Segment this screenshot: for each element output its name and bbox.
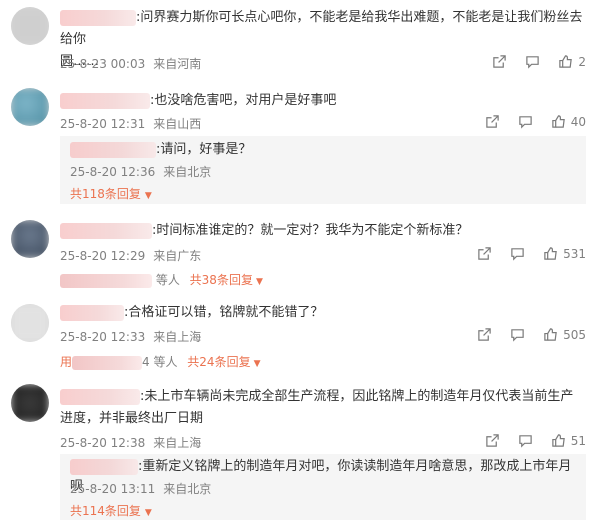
avatar[interactable] [11, 7, 49, 45]
reply-time: 25-8-20 13:11 [70, 482, 156, 496]
like-button[interactable]: 51 [551, 433, 586, 448]
chevron-down-icon: ▼ [253, 359, 261, 369]
comment-icon [511, 248, 524, 261]
comment-button[interactable] [518, 433, 533, 448]
reply-box: :请问，好事是？ 25-8-20 12:36 来自北京 共118条回复 ▼ [60, 136, 586, 204]
replier-blurred[interactable] [72, 355, 143, 370]
comment-meta: 25-8-20 12:31 来自山西 [60, 115, 201, 132]
reply-location: 来自北京 [163, 482, 212, 496]
comment-location: 来自上海 [153, 330, 202, 344]
comment-actions: 531 [459, 246, 586, 261]
comment-meta: 25-8-20 12:38 来自上海 [60, 434, 201, 451]
comment-actions: 51 [467, 433, 586, 448]
comment-icon [518, 116, 532, 129]
like-count: 40 [570, 114, 586, 129]
comment-actions: 505 [459, 327, 586, 342]
chevron-down-icon: ▼ [144, 191, 152, 201]
share-button[interactable] [485, 433, 500, 448]
thumbs-up-icon [544, 247, 557, 260]
comment-icon [511, 329, 524, 342]
comment-text: :也没啥危害吧，对用户是好事吧 [60, 90, 586, 112]
replied-summary: 用4 等人 共24条回复 ▼ [60, 355, 261, 370]
username-blurred[interactable] [60, 223, 152, 239]
share-icon [478, 328, 491, 341]
share-button[interactable] [485, 114, 500, 129]
comment-meta: 25-8-23 00:03 来自河南 [60, 55, 201, 72]
thumbs-up-icon [551, 434, 565, 447]
chevron-down-icon: ▼ [144, 508, 152, 518]
username-blurred[interactable] [60, 10, 136, 26]
like-count: 505 [563, 327, 586, 342]
reply-meta: 25-8-20 12:36 来自北京 [70, 163, 211, 180]
comment-location: 来自广东 [153, 249, 202, 263]
reply-time: 25-8-20 12:36 [70, 165, 156, 179]
reply-box: :重新定义铭牌上的制造年月对吧，你读读制造年月啥意思，那改成上市年月呗 25-8… [60, 454, 586, 520]
comment-meta: 25-8-20 12:29 来自广东 [60, 247, 201, 264]
like-button[interactable]: 531 [543, 246, 586, 261]
comment-button[interactable] [518, 114, 533, 129]
reply-location: 来自北京 [163, 165, 212, 179]
username-blurred[interactable] [60, 93, 150, 109]
thumbs-up-icon [551, 115, 565, 128]
username-blurred[interactable] [70, 459, 138, 475]
username-blurred[interactable] [60, 389, 140, 405]
share-button[interactable] [477, 327, 492, 342]
comment-item: :合格证可以错，铭牌就不能错了？ 25-8-20 12:33 来自上海 505 用… [0, 297, 600, 375]
avatar[interactable] [11, 220, 49, 258]
like-button[interactable]: 40 [551, 114, 586, 129]
comment-item: :时间标准谁定的？就一定对？我华为不能定个新标准？ 25-8-20 12:29 来… [0, 212, 600, 292]
view-more-replies[interactable]: 共24条回复 [187, 355, 250, 369]
comment-text: :时间标准谁定的？就一定对？我华为不能定个新标准？ [60, 220, 586, 242]
like-button[interactable]: 505 [543, 327, 586, 342]
share-icon [478, 247, 491, 260]
reply-text: :请问，好事是？ [70, 140, 251, 160]
replier-blurred[interactable] [60, 273, 152, 288]
comment-time: 25-8-23 00:03 [60, 57, 146, 71]
like-count: 51 [570, 433, 586, 448]
comment-time: 25-8-20 12:31 [60, 117, 146, 131]
comment-text: :未上市车辆尚未完成全部生产流程，因此铭牌上的制造年月仅代表当前生产进度，并非最… [60, 389, 574, 426]
replier-prefix[interactable]: 用 [60, 355, 72, 369]
comment-item: :问界赛力斯你可长点心吧你，不能老是给我华出难题，不能老是让我们粉丝去给你 圆…… [0, 0, 600, 80]
comment-item: :未上市车辆尚未完成全部生产流程，因此铭牌上的制造年月仅代表当前生产进度，并非最… [0, 380, 600, 520]
avatar[interactable] [11, 304, 49, 342]
comment-time: 25-8-20 12:33 [60, 330, 146, 344]
comment-location: 来自上海 [153, 436, 202, 450]
thumbs-up-icon [544, 328, 557, 341]
share-icon [493, 55, 507, 68]
comment-icon [526, 56, 540, 69]
comment-meta: 25-8-20 12:33 来自上海 [60, 328, 201, 345]
comment-location: 来自山西 [153, 117, 202, 131]
comment-text: :合格证可以错，铭牌就不能错了？ [60, 302, 586, 324]
replied-summary: 等人 共38条回复 ▼ [60, 271, 263, 288]
view-more-replies[interactable]: 共38条回复 [190, 273, 253, 287]
share-icon [485, 434, 499, 447]
comment-button[interactable] [510, 246, 525, 261]
like-button[interactable]: 2 [558, 54, 586, 69]
like-count: 531 [563, 246, 586, 261]
avatar[interactable] [11, 384, 49, 422]
username-blurred[interactable] [70, 142, 156, 158]
view-more-replies[interactable]: 共118条回复 ▼ [70, 185, 152, 202]
avatar[interactable] [11, 88, 49, 126]
chevron-down-icon: ▼ [255, 277, 263, 287]
like-count: 2 [578, 54, 586, 69]
view-more-replies[interactable]: 共114条回复 ▼ [70, 502, 152, 519]
reply-meta: 25-8-20 13:11 来自北京 [70, 480, 211, 497]
share-icon [485, 115, 499, 128]
comment-location: 来自河南 [153, 57, 202, 71]
comment-button[interactable] [510, 327, 525, 342]
username-blurred[interactable] [60, 305, 124, 321]
comment-time: 25-8-20 12:29 [60, 249, 146, 263]
comment-item: :也没啥危害吧，对用户是好事吧 25-8-20 12:31 来自山西 40 :请问… [0, 84, 600, 209]
comment-actions: 40 [467, 114, 586, 129]
share-button[interactable] [477, 246, 492, 261]
share-button[interactable] [492, 54, 507, 69]
comment-icon [518, 435, 532, 448]
comment-button[interactable] [525, 54, 540, 69]
comment-time: 25-8-20 12:38 [60, 436, 146, 450]
thumbs-up-icon [559, 55, 573, 68]
comment-actions: 2 [474, 54, 586, 69]
